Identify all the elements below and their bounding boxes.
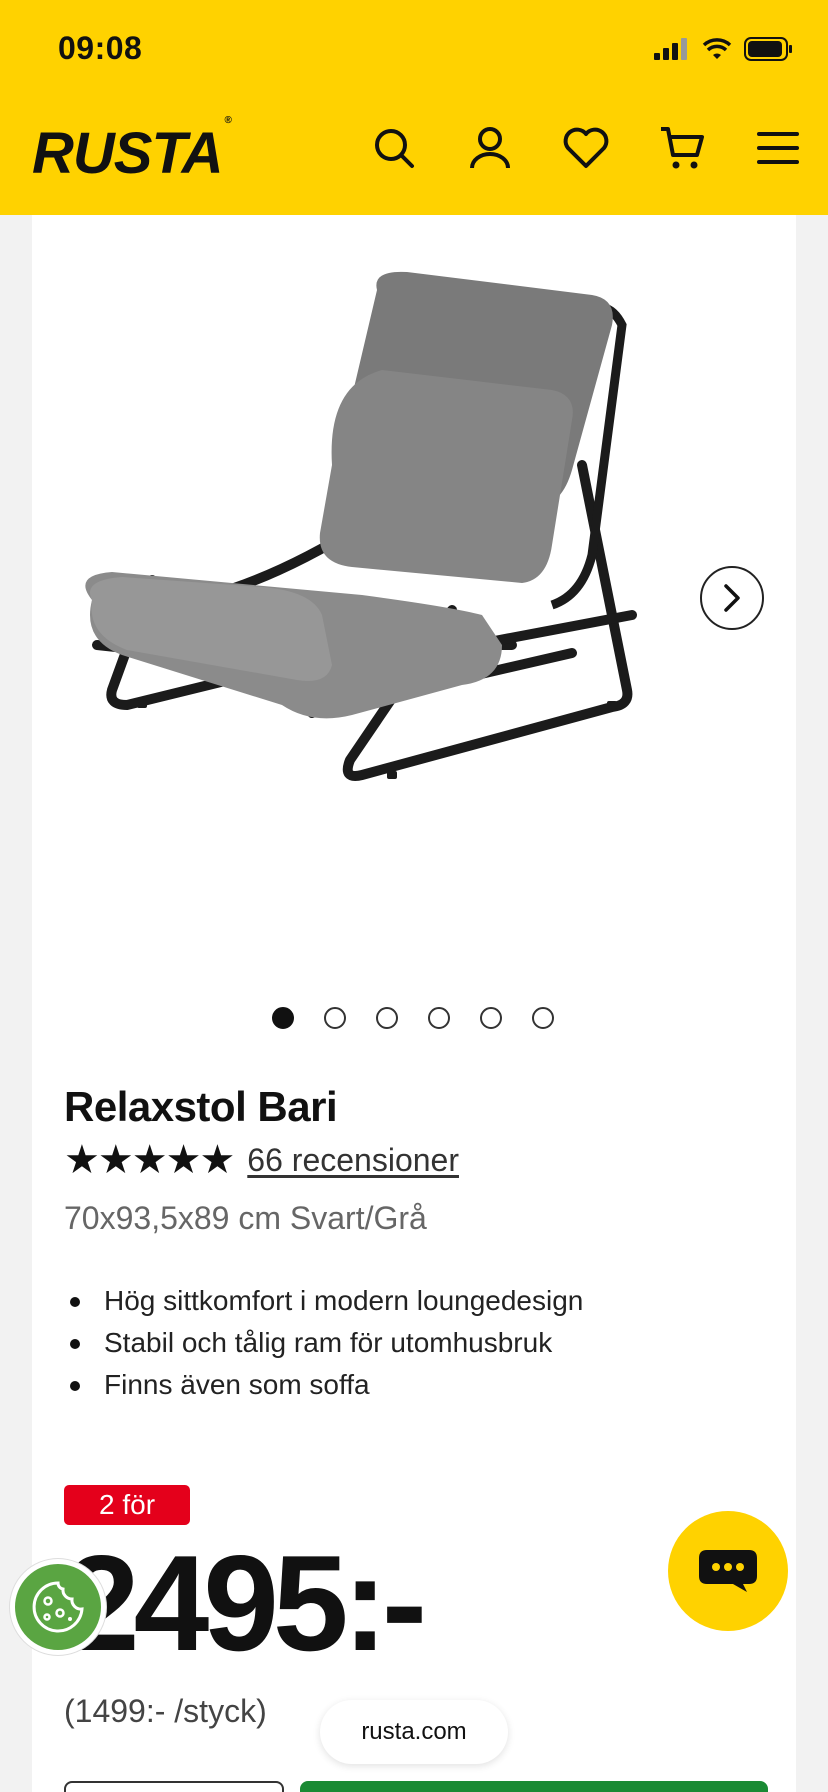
gallery-dot[interactable] <box>532 1007 554 1029</box>
battery-icon <box>744 37 792 61</box>
cart-icon[interactable] <box>658 124 706 172</box>
account-icon[interactable] <box>466 124 514 172</box>
cookie-icon <box>32 1581 84 1633</box>
gallery-dots <box>272 1007 554 1029</box>
unit-price: (1499:- /styck) <box>64 1693 267 1729</box>
status-icons <box>654 34 794 64</box>
gallery-dot[interactable] <box>324 1007 346 1029</box>
product-page: 09:08 RUSTA® Relaxstol Bari ★★★★★ 66 rec… <box>0 0 828 1792</box>
logo-text: RUSTA <box>32 121 223 186</box>
star-rating: ★★★★★ <box>64 1138 235 1182</box>
gallery-next-button[interactable] <box>700 566 764 630</box>
gallery-dot[interactable] <box>480 1007 502 1029</box>
product-rating: ★★★★★ 66 recensioner <box>64 1140 459 1180</box>
status-time: 09:08 <box>58 30 143 66</box>
chat-button[interactable] <box>668 1511 788 1631</box>
feature-item: Hög sittkomfort i modern loungedesign <box>64 1280 583 1322</box>
registered-mark: ® <box>224 114 231 126</box>
product-spec: 70x93,5x89 cm Svart/Grå <box>64 1200 427 1236</box>
gray-lounge-chair-photo <box>85 271 637 781</box>
chevron-right-icon <box>724 584 740 612</box>
quantity-selector[interactable] <box>64 1781 284 1792</box>
offer-badge: 2 för <box>64 1485 190 1525</box>
cookie-settings-button[interactable] <box>10 1559 106 1655</box>
add-to-cart-button[interactable] <box>300 1781 768 1792</box>
gallery-dot[interactable] <box>428 1007 450 1029</box>
heart-icon[interactable] <box>562 124 610 172</box>
feature-item: Finns även som soffa <box>64 1364 583 1406</box>
wifi-icon <box>702 38 732 59</box>
rusta-logo[interactable]: RUSTA® <box>32 115 232 187</box>
feature-item: Stabil och tålig ram för utomhusbruk <box>64 1322 583 1364</box>
header-nav <box>370 124 802 172</box>
reviews-link[interactable]: 66 recensioner <box>247 1142 459 1179</box>
product-gallery[interactable] <box>32 215 796 1029</box>
price: 2495:- <box>64 1527 427 1679</box>
chat-bubble-icon <box>699 1550 757 1592</box>
gallery-dot[interactable] <box>376 1007 398 1029</box>
header: 09:08 RUSTA® <box>0 0 828 215</box>
signal-icon <box>654 38 687 60</box>
browser-url-pill[interactable]: rusta.com <box>320 1700 508 1764</box>
search-icon[interactable] <box>370 124 418 172</box>
feature-list: Hög sittkomfort i modern loungedesign St… <box>64 1280 583 1406</box>
product-title: Relaxstol Bari <box>64 1083 338 1130</box>
gallery-dot[interactable] <box>272 1007 294 1029</box>
menu-icon[interactable] <box>754 124 802 172</box>
